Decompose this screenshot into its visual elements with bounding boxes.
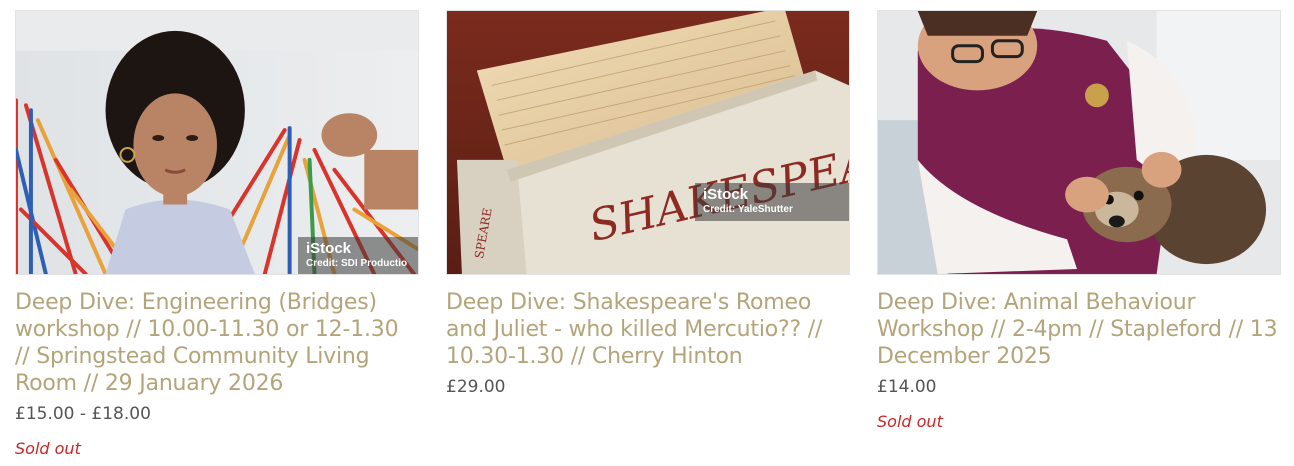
product-title-link[interactable]: Deep Dive: Engineering (Bridges) worksho… [15, 289, 419, 397]
istock-watermark: iStock Credit: YaleShutter [695, 183, 849, 221]
shakespeare-book-photo: SHAKESPEARE SPEARE [447, 11, 849, 274]
watermark-credit: Credit: YaleShutter [703, 203, 793, 215]
istock-watermark: iStock Credit: SDI Productio [298, 237, 418, 274]
sold-out-label: Sold out [15, 439, 81, 458]
product-grid: iStock Credit: SDI Productio Deep Dive: … [0, 0, 1294, 466]
product-title-link[interactable]: Deep Dive: Shakespeare's Romeo and Julie… [446, 289, 850, 370]
vet-dog-photo [878, 11, 1280, 274]
product-card-engineering: iStock Credit: SDI Productio Deep Dive: … [15, 10, 419, 460]
watermark-brand: iStock [306, 240, 352, 257]
product-title-link[interactable]: Deep Dive: Animal Behaviour Workshop // … [877, 289, 1281, 370]
watermark-brand: iStock [703, 186, 749, 203]
sold-out-label: Sold out [877, 412, 943, 431]
product-price: £15.00 - £18.00 [15, 404, 151, 424]
product-price: £29.00 [446, 377, 506, 397]
product-card-shakespeare: SHAKESPEARE SPEARE iStock Credit: YaleSh… [446, 10, 850, 398]
product-card-animal-behaviour: Deep Dive: Animal Behaviour Workshop // … [877, 10, 1281, 433]
product-image-engineering[interactable]: iStock Credit: SDI Productio [15, 10, 419, 275]
product-price: £14.00 [877, 377, 937, 397]
watermark-credit: Credit: SDI Productio [306, 257, 408, 269]
product-image-shakespeare[interactable]: SHAKESPEARE SPEARE iStock Credit: YaleSh… [446, 10, 850, 275]
product-image-animal-behaviour[interactable] [877, 10, 1281, 275]
girl-bridge-photo [16, 11, 418, 274]
